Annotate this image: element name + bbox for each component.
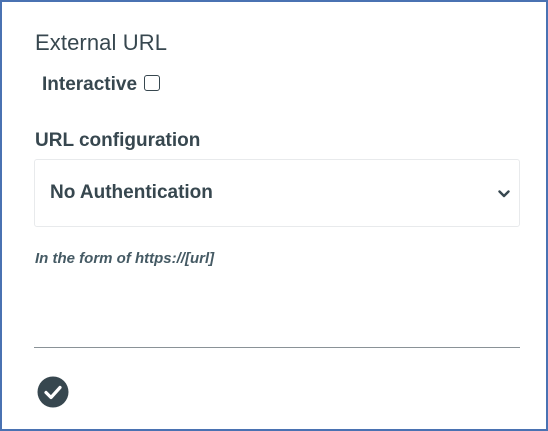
panel-title: External URL bbox=[35, 30, 168, 55]
url-configuration-value: No Authentication bbox=[50, 182, 213, 203]
interactive-option: Interactive bbox=[42, 74, 161, 96]
divider bbox=[34, 347, 520, 348]
url-configuration-select[interactable]: No Authentication bbox=[34, 159, 520, 227]
external-url-panel: External URL Interactive URL configurati… bbox=[0, 0, 548, 431]
url-format-hint: In the form of https://[url] bbox=[35, 250, 215, 267]
url-configuration-label: URL configuration bbox=[35, 130, 201, 151]
chevron-down-icon bbox=[498, 190, 510, 198]
interactive-label: Interactive bbox=[42, 74, 138, 95]
interactive-checkbox[interactable] bbox=[144, 75, 161, 91]
check-circle-icon[interactable] bbox=[37, 376, 69, 408]
